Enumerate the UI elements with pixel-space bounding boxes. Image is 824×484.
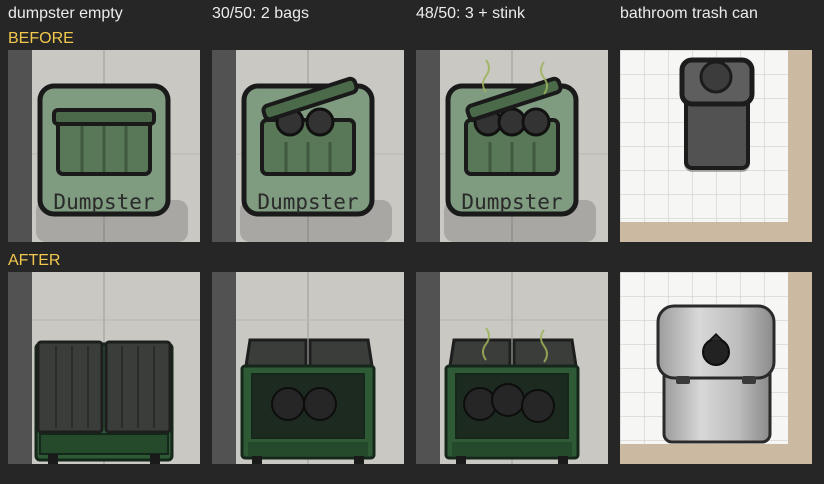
tile-after-bathroom-trash <box>620 272 812 464</box>
trash-bag-icon <box>702 338 730 366</box>
trash-can-icon <box>679 57 755 172</box>
tile-after-three-bags-stink <box>416 272 608 464</box>
dumpster-icon <box>34 340 174 464</box>
dumpster-sign-text: Dumpster <box>53 190 154 214</box>
tile-before-dumpster-empty: Dumpster <box>8 50 200 242</box>
tile-after-two-bags <box>212 272 404 464</box>
trash-bag-icon <box>303 387 337 421</box>
steel-bin-icon <box>656 304 776 444</box>
trash-bag-icon <box>305 107 335 137</box>
row-label-after: AFTER <box>8 252 61 269</box>
trash-bag-icon <box>271 387 305 421</box>
row-label-before: BEFORE <box>8 30 74 47</box>
trash-bag-icon <box>463 387 497 421</box>
dumpster-sign-text: Dumpster <box>461 190 562 214</box>
tile-before-bathroom-trash <box>620 50 812 242</box>
column-label-two-bags: 30/50: 2 bags <box>212 5 309 22</box>
trash-bag-icon <box>521 107 551 137</box>
column-label-three-bags-stink: 48/50: 3 + stink <box>416 5 525 22</box>
column-label-bathroom-trash: bathroom trash can <box>620 5 758 22</box>
tile-before-three-bags-stink: Dumpster <box>416 50 608 242</box>
column-label-dumpster-empty: dumpster empty <box>8 5 123 22</box>
tile-before-two-bags: Dumpster <box>212 50 404 242</box>
dumpster-sign-text: Dumpster <box>257 190 358 214</box>
tile-after-dumpster-empty <box>8 272 200 464</box>
trash-bag-icon <box>491 383 525 417</box>
trash-bag-icon <box>497 107 527 137</box>
trash-bag-icon <box>521 389 555 423</box>
